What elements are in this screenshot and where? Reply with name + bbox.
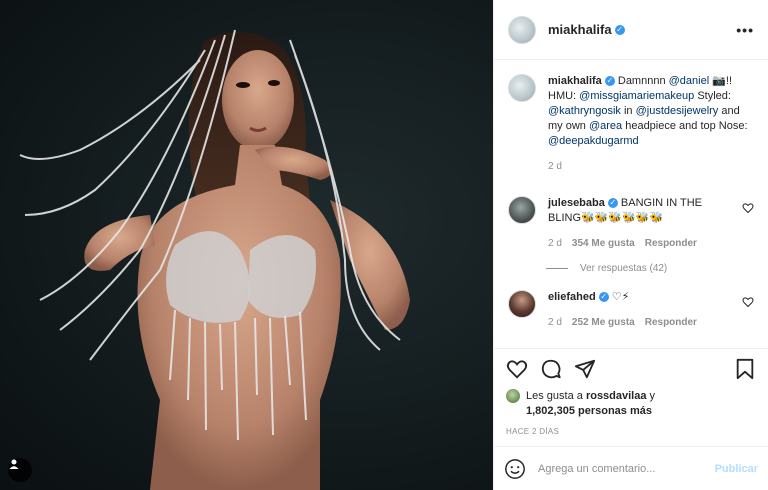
mention-link[interactable]: @deepakdugarmd [548, 135, 639, 147]
caption-fragment: Damnnnn [614, 75, 669, 87]
mention-link[interactable]: @daniel [669, 75, 710, 87]
likes-count[interactable]: 1,802,305 personas más [526, 405, 652, 417]
mention-link[interactable]: @area [589, 120, 622, 132]
mention-link[interactable]: @kathryngosik [548, 105, 621, 117]
liker-username[interactable]: rossdavilaa [586, 390, 647, 402]
verified-badge-icon: ✓ [604, 76, 615, 86]
likes-prefix: Les gusta a [526, 390, 586, 402]
post-side-panel: miakhalifa ✓ ••• miakhalifa ✓ Damnnnn @da… [493, 0, 768, 490]
commenter-avatar[interactable] [508, 196, 536, 224]
reply-button[interactable]: Responder [645, 315, 697, 330]
more-options-icon[interactable]: ••• [734, 20, 756, 40]
caption-fragment: headpiece and top Nose: [622, 120, 748, 132]
verified-badge-icon: ✓ [614, 24, 625, 35]
add-comment-bar: Publicar [494, 446, 768, 490]
share-icon[interactable] [574, 358, 596, 380]
author-avatar[interactable] [508, 15, 536, 44]
post-photo[interactable] [0, 0, 493, 490]
photo-illustration [19, 29, 410, 490]
comment-time[interactable]: 2 d [548, 315, 562, 330]
commenter-avatar[interactable] [508, 290, 536, 318]
verified-badge-icon: ✓ [607, 198, 618, 208]
comment-text: ♡⚡ [611, 291, 630, 303]
bookmark-icon[interactable] [734, 358, 756, 380]
view-replies-button[interactable]: Ver respuestas (42) [546, 263, 754, 274]
user-tag-icon[interactable] [8, 458, 32, 482]
caption-username[interactable]: miakhalifa [548, 75, 602, 87]
comments-list: miakhalifa ✓ Damnnnn @daniel 📷!! HMU: @mi… [494, 60, 768, 348]
liker-avatar[interactable] [506, 389, 520, 403]
emoji-icon[interactable] [504, 458, 526, 480]
caption-fragment: Styled: [694, 90, 731, 102]
reply-button[interactable]: Responder [645, 236, 697, 251]
comment-item: eliefahed ✓ ♡⚡ 2 d 252 Me gusta Responder [508, 290, 754, 330]
comment-likes[interactable]: 354 Me gusta [572, 236, 635, 251]
commenter-username[interactable]: julesebaba [548, 197, 605, 209]
caption-fragment: in [620, 105, 636, 117]
publish-button[interactable]: Publicar [715, 463, 758, 475]
likes-suffix: y [646, 390, 656, 402]
caption-avatar[interactable] [508, 74, 536, 102]
comment-likes[interactable]: 252 Me gusta [572, 315, 635, 330]
likes-summary: Les gusta a rossdavilaa y 1,802,305 pers… [506, 389, 756, 419]
caption: miakhalifa ✓ Damnnnn @daniel 📷!! HMU: @mi… [508, 74, 754, 174]
comment-time[interactable]: 2 d [548, 236, 562, 251]
comment-heart-icon[interactable] [742, 202, 754, 214]
heart-icon[interactable] [506, 358, 528, 380]
post-actions: Les gusta a rossdavilaa y 1,802,305 pers… [494, 348, 768, 436]
view-replies-label: Ver respuestas (42) [580, 263, 668, 274]
comment-icon[interactable] [540, 358, 562, 380]
comment-item: julesebaba ✓ BANGIN IN THE BLING🐝🐝🐝🐝🐝🐝 2 … [508, 196, 754, 251]
instagram-post: miakhalifa ✓ ••• miakhalifa ✓ Damnnnn @da… [0, 0, 768, 490]
verified-badge-icon: ✓ [598, 292, 609, 302]
comment-heart-icon[interactable] [742, 296, 754, 308]
commenter-username[interactable]: eliefahed [548, 291, 596, 303]
action-icons [506, 357, 756, 381]
post-header: miakhalifa ✓ ••• [494, 0, 768, 60]
caption-time[interactable]: 2 d [548, 159, 562, 174]
comment-input[interactable] [538, 462, 715, 475]
author-username[interactable]: miakhalifa [548, 22, 612, 37]
mention-link[interactable]: @missgiamariemakeup [579, 90, 694, 102]
mention-link[interactable]: @justdesijewelry [636, 105, 719, 117]
replies-divider [546, 268, 568, 269]
post-timestamp[interactable]: HACE 2 DÍAS [506, 427, 756, 436]
caption-text: miakhalifa ✓ Damnnnn @daniel 📷!! HMU: @mi… [548, 74, 754, 149]
